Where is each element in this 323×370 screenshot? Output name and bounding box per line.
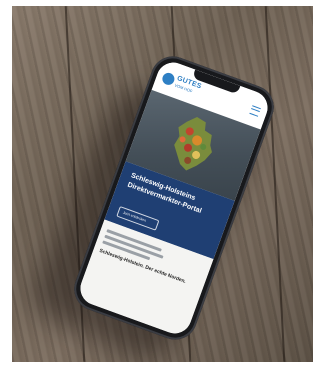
plank-seam [264,6,286,362]
wooden-table-photo: GUTES VOM HOF Schleswig-Holsteins Direkt… [12,6,313,362]
hamburger-menu-icon[interactable] [249,105,261,117]
regional-map-produce-icon [174,117,212,171]
phone-screen: GUTES VOM HOF Schleswig-Holsteins Direkt… [75,57,273,339]
content-headline: Schleswig-Holstein. Der echte Norden. [98,247,187,285]
